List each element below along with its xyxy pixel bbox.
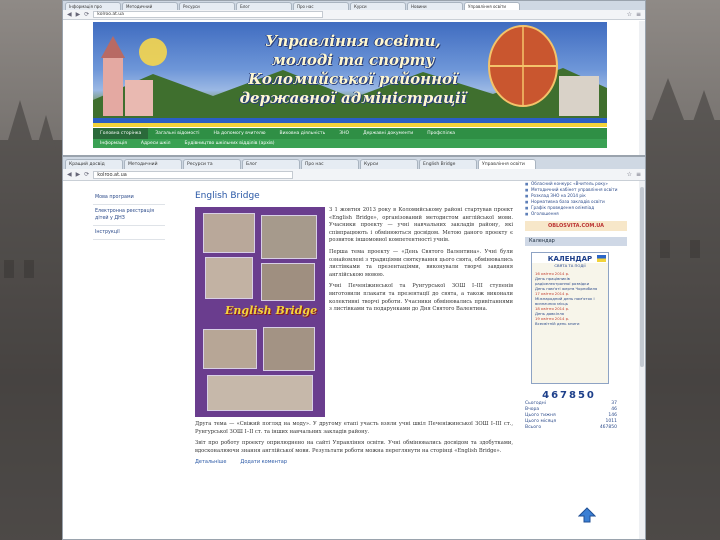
browser-tab[interactable]: Кращий досвід [65, 159, 123, 169]
calendar-widget[interactable]: КАЛЕНДАР СВЯТА ТА ПОДІЇ 16 квітня 2014 р… [531, 252, 609, 384]
site-subnav-item[interactable]: Будівництво шкільних відділів (архів) [178, 141, 282, 146]
visitor-stats: Сьогодні 37 Вчора 46 Цього тижня 146 Цього міс… [525, 401, 627, 431]
ukraine-flag-icon [597, 255, 606, 262]
site-nav-item[interactable]: Загальні відомості [148, 131, 206, 136]
browser-tab[interactable]: Управління освіти [464, 2, 520, 10]
toolbar-icons: ☆ ≡ [627, 11, 641, 18]
collage-photo [203, 213, 255, 253]
site-nav-primary: Головна сторінка Загальні відомості На доп… [93, 128, 607, 139]
browser-tab[interactable]: Ресурси та [183, 159, 241, 169]
collage-photo [205, 257, 253, 299]
collage-photo [263, 327, 315, 371]
right-list-link[interactable]: Оголошення [525, 211, 627, 217]
menu-icon[interactable]: ≡ [636, 11, 641, 18]
watermark-line: Реєстрація [488, 490, 517, 496]
article-title[interactable]: English Bridge [195, 191, 513, 201]
scrollbar[interactable] [639, 181, 645, 539]
sidebar-link[interactable]: Електронна реєстрація дітей у ДНЗ [93, 205, 165, 226]
collage-photo [261, 263, 315, 301]
sidebar-link[interactable]: Інструкції [93, 226, 165, 240]
forward-icon[interactable]: ▶ [76, 11, 81, 19]
menu-icon[interactable]: ≡ [636, 171, 641, 178]
browser-tab[interactable]: Управління освіти [478, 159, 536, 169]
banner-line-4: державної адміністрації [239, 89, 467, 107]
tab-strip: Інформація про Методичний Ресурси Блог Про н… [63, 1, 645, 10]
site-nav-item[interactable]: Державні документи [356, 131, 420, 136]
star-icon[interactable]: ☆ [627, 11, 632, 18]
article-photo-collage: English Bridge [195, 207, 325, 417]
site-nav-item[interactable]: Профспілка [420, 131, 462, 136]
watermark-line: Твоє Ім'я [488, 497, 512, 503]
banner-line-1: Управління освіти, [265, 32, 441, 50]
site-nav-item[interactable]: Головна сторінка [93, 128, 149, 139]
article-paragraph: Звіт про роботу проекту оприлюднено на с… [195, 440, 513, 454]
browser-tab[interactable]: Блог [242, 159, 300, 169]
browser-tab[interactable]: Курси [360, 159, 418, 169]
reload-icon[interactable]: ⟳ [84, 171, 89, 179]
collage-label: English Bridge [225, 304, 318, 317]
calendar-event[interactable]: Міжнародний день пам'яток і визначних мі… [535, 296, 605, 306]
collage-photo [207, 375, 313, 411]
article-paragraph: Друга тема — «Свіжий погляд на моду». У … [195, 421, 513, 435]
site-subnav-item[interactable]: Інформація [93, 141, 134, 146]
browser-tab[interactable]: Методичний [122, 2, 178, 10]
collage-photo [203, 329, 257, 369]
stat-row: Всього 467850 [525, 425, 617, 431]
back-icon[interactable]: ◀ [67, 11, 72, 19]
back-icon[interactable]: ◀ [67, 171, 72, 179]
scrollbar[interactable] [639, 21, 645, 155]
scrollbar-thumb[interactable] [640, 187, 644, 367]
reload-icon[interactable]: ⟳ [84, 11, 89, 19]
url-input[interactable]: kolroo.at.ua [93, 11, 324, 18]
counter-value: 467850 [542, 390, 596, 401]
browser-tab[interactable]: Ресурси [179, 2, 235, 10]
banner-line-2: молоді та спорту [271, 51, 435, 69]
toolbar-icons: ☆ ≡ [627, 171, 641, 178]
article: English Bridge English Bridge З 1 жовтня… [195, 191, 513, 465]
site-nav-item[interactable]: ЗНО [332, 131, 356, 136]
stat-label[interactable]: Всього [525, 425, 541, 431]
sidebar-link[interactable]: Мова програми [93, 191, 165, 205]
tab-strip: Кращий досвід Методичний Ресурси та Блог Про… [63, 157, 645, 169]
visitor-counter: 467850 Сьогодні 37 Вчора 46 Цього тижня 146 Ць… [525, 390, 627, 431]
site-subnav-item[interactable]: Адреси шкіл [134, 141, 178, 146]
banner-line-3: Коломийської районної [248, 70, 458, 88]
banner-title: Управління освіти, молоді та спорту Коло… [223, 32, 483, 108]
right-sidebar: Обласний конкурс «Вчитель року»Методични… [525, 181, 627, 431]
site-banner: Управління освіти, молоді та спорту Коло… [93, 22, 607, 127]
browser-window-back: Інформація про Методичний Ресурси Блог Про н… [62, 0, 646, 156]
browser-tab[interactable]: Курси [350, 2, 406, 10]
browser-tab[interactable]: Новини [407, 2, 463, 10]
right-link-list: Обласний конкурс «Вчитель року»Методични… [525, 181, 627, 217]
url-input[interactable]: kolroo.at.ua [93, 170, 294, 179]
calendar-header-bar: Календар [525, 237, 627, 246]
site-nav-secondary: Інформація Адреси шкіл Будівництво шкільни… [93, 139, 607, 148]
browser-tab[interactable]: English Bridge [419, 159, 477, 169]
browser-window-front: Кращий досвід Методичний Ресурси та Блог Про… [62, 156, 646, 540]
article-footer: Детальніше Додати коментар [195, 459, 513, 465]
calendar-event[interactable]: День працівників радіоелектронної розвід… [535, 276, 605, 286]
oblosvita-banner[interactable]: OBLOSVITA.COM.UA [525, 221, 627, 231]
address-bar: ◀ ▶ ⟳ kolroo.at.ua ☆ ≡ [63, 169, 645, 181]
calendar-events: 16 квітня 2014 р. День працівників радіо… [532, 268, 608, 326]
read-more-link[interactable]: Детальніше [195, 459, 226, 465]
address-bar: ◀ ▶ ⟳ kolroo.at.ua ☆ ≡ [63, 10, 645, 20]
collage-photo [261, 215, 317, 259]
site-nav-item[interactable]: Виховна діяльність [273, 131, 333, 136]
star-icon[interactable]: ☆ [627, 171, 632, 178]
browser-tab[interactable]: Методичний [124, 159, 182, 169]
add-comment-link[interactable]: Додати коментар [240, 459, 287, 465]
forward-icon[interactable]: ▶ [76, 171, 81, 179]
stat-value: 467850 [599, 425, 617, 430]
browser-tab[interactable]: Інформація про [65, 2, 121, 10]
left-sidebar: Мова програми Електронна реєстрація діте… [93, 191, 165, 240]
browser-tab[interactable]: Про нас [301, 159, 359, 169]
up-arrow-icon[interactable] [578, 507, 596, 523]
site-nav-item[interactable]: На допомогу вчителю [206, 131, 272, 136]
browser-tab[interactable]: Блог [236, 2, 292, 10]
browser-tab[interactable]: Про нас [293, 2, 349, 10]
calendar-event[interactable]: Всесвітній день книги [535, 321, 605, 326]
